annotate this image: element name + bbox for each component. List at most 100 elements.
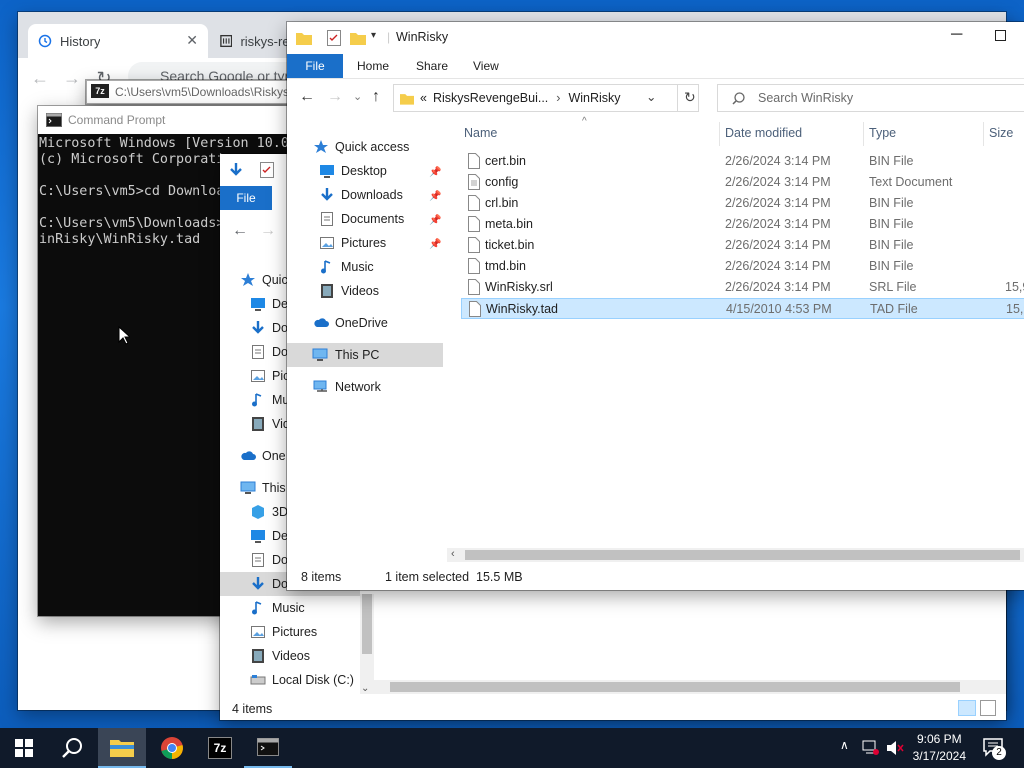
tree-desktop[interactable]: De — [250, 292, 288, 316]
sort-arrow-icon: ^ — [582, 116, 587, 127]
pin-icon[interactable]: 📌 — [429, 215, 441, 226]
address-overflow[interactable]: « — [420, 91, 427, 105]
file-row[interactable]: WinRisky.srl 2/26/2024 3:14 PM SRL File … — [461, 277, 1024, 298]
nav-scrollbar[interactable]: ⌄ — [360, 594, 374, 694]
back-hscroll[interactable] — [374, 680, 1006, 694]
search-button[interactable] — [48, 728, 96, 768]
back-arrow-icon[interactable]: ← — [30, 68, 50, 88]
film-icon — [252, 649, 264, 663]
recent-locations-icon[interactable]: ⌄ — [353, 90, 362, 103]
cmd-title: Command Prompt — [68, 113, 166, 127]
tree-videos-2[interactable]: Videos — [250, 644, 310, 668]
nav-onedrive[interactable]: OneDrive — [313, 311, 388, 335]
action-center-button[interactable]: 2 — [982, 736, 1006, 760]
nav-this-pc[interactable]: This PC — [287, 343, 443, 367]
tree-videos[interactable]: Vid — [250, 412, 290, 436]
pictures-icon — [251, 626, 265, 638]
tree-music-2[interactable]: Music — [250, 596, 305, 620]
maximize-icon[interactable] — [995, 30, 1006, 41]
tab-history[interactable]: History ✕ — [28, 24, 208, 58]
nav-desktop[interactable]: Desktop — [319, 159, 387, 183]
col-name[interactable]: Name — [464, 122, 497, 144]
nav-network[interactable]: Network — [313, 375, 381, 399]
tree-3d-objects[interactable]: 3D — [250, 500, 288, 524]
close-tab-icon[interactable]: ✕ — [186, 32, 198, 49]
tree-local-disk[interactable]: Local Disk (C:) — [250, 668, 354, 692]
forward-arrow-icon[interactable]: → — [62, 68, 82, 88]
file-row[interactable]: ticket.bin 2/26/2024 3:14 PM BIN File — [461, 235, 1024, 256]
minimize-icon[interactable]: ─ — [951, 26, 962, 44]
pin-icon[interactable]: 📌 — [429, 239, 441, 250]
scroll-left-icon[interactable]: ‹ — [451, 548, 455, 560]
taskbar-chrome[interactable] — [148, 728, 196, 768]
taskbar-cmd[interactable] — [244, 728, 292, 768]
cmd-icon — [257, 738, 279, 756]
file-row[interactable]: config 2/26/2024 3:14 PM Text Document — [461, 172, 1024, 193]
scroll-thumb[interactable] — [465, 550, 1020, 560]
col-date[interactable]: Date modified — [725, 122, 802, 144]
col-separator[interactable] — [983, 122, 984, 146]
quick-access-dropdown-icon[interactable]: ▾ — [371, 30, 376, 41]
file-row[interactable]: meta.bin 2/26/2024 3:14 PM BIN File — [461, 214, 1024, 235]
nav-videos[interactable]: Videos — [319, 279, 379, 303]
folder-icon — [110, 740, 134, 757]
ribbon-view-tab[interactable]: View — [473, 54, 499, 78]
cmd-titlebar[interactable]: Command Prompt — [38, 106, 288, 134]
large-icons-view-icon[interactable] — [980, 700, 996, 716]
breadcrumb-current[interactable]: WinRisky — [568, 91, 620, 105]
tree-music[interactable]: Mu — [250, 388, 289, 412]
nav-quick-access[interactable]: Quick access — [313, 135, 409, 159]
ribbon-share-tab[interactable]: Share — [416, 54, 448, 78]
forward-arrow-icon[interactable]: → — [260, 222, 276, 240]
file-row[interactable]: tmd.bin 2/26/2024 3:14 PM BIN File — [461, 256, 1024, 277]
back-arrow-icon[interactable]: ← — [232, 222, 248, 240]
breadcrumb-parent[interactable]: RiskysRevengeBui... — [433, 91, 548, 105]
col-separator[interactable] — [863, 122, 864, 146]
start-button[interactable] — [0, 728, 48, 768]
download-arrow-icon — [321, 188, 333, 201]
tree-desktop-2[interactable]: De — [250, 524, 288, 548]
tree-onedrive[interactable]: One — [240, 444, 286, 468]
windows-logo-icon — [15, 739, 33, 757]
col-type[interactable]: Type — [869, 122, 896, 144]
file-row[interactable]: crl.bin 2/26/2024 3:14 PM BIN File — [461, 193, 1024, 214]
tree-documents-2[interactable]: Do — [250, 548, 288, 572]
show-hidden-icons[interactable]: ∧ — [840, 738, 849, 752]
nav-documents[interactable]: Documents — [319, 207, 404, 231]
horizontal-scrollbar[interactable]: ‹ — [447, 548, 1024, 562]
tree-downloads[interactable]: Do — [250, 316, 288, 340]
ribbon-file-tab[interactable]: File — [287, 54, 343, 78]
nav-pictures[interactable]: Pictures — [319, 231, 386, 255]
nav-music[interactable]: Music — [319, 255, 374, 279]
clock[interactable]: 9:06 PM 3/17/2024 — [913, 731, 966, 765]
col-separator[interactable] — [719, 122, 720, 146]
tree-pictures[interactable]: Pic — [250, 364, 289, 388]
ribbon-home-tab[interactable]: Home — [357, 54, 389, 78]
up-arrow-icon[interactable]: ↑ — [372, 88, 380, 106]
cmd-icon — [46, 113, 62, 127]
file-row-selected[interactable]: WinRisky.tad 4/15/2010 4:53 PM TAD File … — [461, 298, 1024, 319]
col-size[interactable]: Size — [989, 122, 1013, 144]
tree-documents[interactable]: Do — [250, 340, 288, 364]
forward-arrow-icon[interactable]: → — [327, 88, 343, 106]
taskbar-7zip[interactable]: 7z — [196, 728, 244, 768]
back-arrow-icon[interactable]: ← — [299, 88, 315, 106]
refresh-icon[interactable]: ↻ — [684, 89, 696, 106]
music-note-icon — [252, 393, 262, 407]
pin-icon[interactable]: 📌 — [429, 191, 441, 202]
search-input[interactable]: Search WinRisky — [717, 84, 1024, 112]
address-bar[interactable]: « RiskysRevengeBui... › WinRisky ⌄ ↻ — [393, 84, 699, 112]
chevron-down-icon[interactable]: ⌄ — [646, 89, 656, 104]
details-view-icon[interactable] — [958, 700, 976, 716]
tree-quick-access[interactable]: Quic — [240, 268, 288, 292]
taskbar-file-explorer[interactable] — [98, 728, 146, 768]
tree-this-pc[interactable]: This — [240, 476, 286, 500]
tree-pictures-2[interactable]: Pictures — [250, 620, 317, 644]
file-row[interactable]: cert.bin 2/26/2024 3:14 PM BIN File — [461, 151, 1024, 172]
nav-downloads[interactable]: Downloads — [319, 183, 403, 207]
network-status-icon[interactable] — [862, 740, 880, 756]
volume-muted-icon[interactable] — [886, 740, 904, 756]
explorer-titlebar[interactable]: ▾ | WinRisky ─ — [287, 22, 1024, 54]
ribbon-file-tab[interactable]: File — [220, 186, 272, 210]
pin-icon[interactable]: 📌 — [429, 167, 441, 178]
